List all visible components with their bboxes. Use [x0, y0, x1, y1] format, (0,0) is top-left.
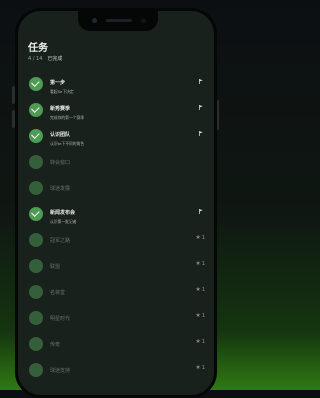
flag-icon	[199, 209, 203, 214]
pending-circle-icon[interactable]	[29, 259, 43, 273]
pending-circle-icon[interactable]	[29, 337, 43, 351]
star-count: 1	[201, 261, 205, 267]
task-row[interactable]: 传奇 ★1	[18, 333, 214, 359]
task-label: 传奇	[50, 342, 61, 348]
task-description: 完成你的第一个赛季	[50, 115, 85, 120]
sensor-icon	[141, 18, 146, 23]
checkmark-icon[interactable]	[29, 103, 43, 117]
task-row[interactable]: 名将堂 ★1	[18, 281, 214, 307]
task-label: 新秀赛季	[50, 106, 71, 112]
task-label: 第一步	[50, 80, 66, 86]
progress-count: 4 / 14	[28, 55, 43, 62]
star-icon: ★1	[195, 364, 205, 371]
task-description: 认识te下不同的角色	[50, 141, 85, 146]
pending-circle-icon[interactable]	[29, 181, 43, 195]
phone-frame: 任务 4 / 14 已完成 第一步 看起Se下决定 新秀赛季 完成你的第一个赛季 认识团…	[15, 8, 217, 398]
star-count: 1	[201, 313, 205, 319]
task-label: 联盟	[50, 264, 61, 270]
notch	[78, 11, 158, 31]
task-description: 看起Se下决定	[50, 89, 74, 94]
star-icon: ★1	[195, 338, 205, 345]
task-row[interactable]: 新闻发布会认识第一批记者	[18, 203, 214, 229]
task-row[interactable]: 转会窗口	[18, 151, 214, 177]
flag-icon	[199, 79, 203, 84]
pending-circle-icon[interactable]	[29, 285, 43, 299]
checkmark-icon[interactable]	[29, 77, 43, 91]
flag-icon	[199, 131, 203, 136]
task-row[interactable]: 新秀赛季完成你的第一个赛季	[18, 99, 214, 125]
progress-label: 已完成	[47, 56, 63, 62]
task-row[interactable]: 球迷支持 ★1	[18, 359, 214, 385]
task-label: 认识团队	[50, 132, 71, 138]
task-label: 转会窗口	[50, 160, 71, 166]
task-label: 名将堂	[50, 290, 66, 296]
checkmark-icon[interactable]	[29, 129, 43, 143]
star-count: 1	[201, 235, 205, 241]
task-row[interactable]: 冠军之路 ★1	[18, 229, 214, 255]
speaker-grille	[106, 19, 132, 22]
checkmark-icon[interactable]	[29, 207, 43, 221]
task-label: 球迷发展	[50, 186, 71, 192]
task-label: 球迷支持	[50, 368, 71, 374]
star-count: 1	[201, 365, 205, 371]
task-row[interactable]: 球迷发展	[18, 177, 214, 203]
star-count: 1	[201, 287, 205, 293]
page-title: 任务	[28, 43, 48, 54]
task-row[interactable]: 认识团队认识te下不同的角色	[18, 125, 214, 151]
task-label: 新闻发布会	[50, 210, 76, 216]
pending-circle-icon[interactable]	[29, 363, 43, 377]
task-row[interactable]: 第一步看起Se下决定	[18, 73, 214, 99]
task-label: 明星时代	[50, 316, 71, 322]
pending-circle-icon[interactable]	[29, 233, 43, 247]
task-list: 第一步看起Se下决定 新秀赛季完成你的第一个赛季 认识团队认识te下不同的角色 转会窗…	[18, 73, 214, 385]
pending-circle-icon[interactable]	[29, 311, 43, 325]
flag-icon	[199, 105, 203, 110]
task-label: 冠军之路	[50, 238, 71, 244]
star-icon: ★1	[195, 286, 205, 293]
task-description: 认识第一批记者	[50, 219, 77, 224]
star-icon: ★1	[195, 234, 205, 241]
task-row[interactable]: 联盟 ★1	[18, 255, 214, 281]
progress-summary: 4 / 14 已完成	[28, 55, 63, 63]
star-icon: ★1	[195, 260, 205, 267]
pending-circle-icon[interactable]	[29, 155, 43, 169]
task-row[interactable]: 明星时代 ★1	[18, 307, 214, 333]
star-icon: ★1	[195, 312, 205, 319]
star-count: 1	[201, 339, 205, 345]
front-camera-icon	[92, 18, 97, 23]
